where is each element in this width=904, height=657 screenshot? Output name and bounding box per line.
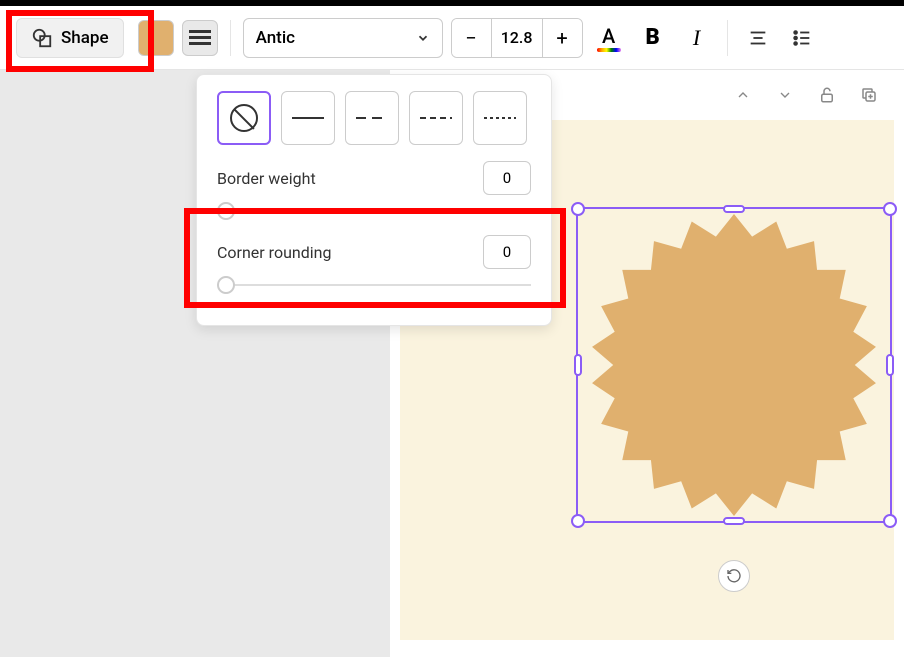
border-style-dash-long[interactable] (345, 91, 399, 145)
text-align-button[interactable] (740, 20, 776, 56)
resize-handle-bl[interactable] (571, 514, 585, 528)
rotate-icon (726, 568, 742, 584)
align-center-icon (747, 27, 769, 49)
corner-rounding-row: Corner rounding (217, 235, 531, 269)
resize-handle-l[interactable] (574, 354, 582, 376)
border-weight-row: Border weight (217, 161, 531, 195)
resize-handle-tl[interactable] (571, 202, 585, 216)
chevron-down-icon (416, 31, 430, 45)
dash-long-icon (356, 117, 388, 119)
border-style-dotted[interactable] (473, 91, 527, 145)
lock-button[interactable] (812, 80, 842, 110)
fill-color-swatch[interactable] (138, 20, 174, 56)
nav-down-button[interactable] (770, 80, 800, 110)
font-size-input[interactable] (492, 18, 542, 58)
resize-handle-tr[interactable] (883, 202, 897, 216)
decrease-size-button[interactable]: − (452, 18, 492, 58)
selection-box (576, 207, 892, 523)
font-family-select[interactable]: Antic (243, 18, 443, 58)
font-name-label: Antic (256, 28, 295, 48)
corner-rounding-thumb[interactable] (217, 276, 235, 294)
list-icon (791, 27, 813, 49)
border-weight-slider[interactable] (217, 199, 531, 223)
divider (230, 20, 231, 56)
toolbar: Shape Antic − + A B I (0, 6, 904, 70)
rainbow-swatch (597, 48, 621, 52)
border-style-none[interactable] (217, 91, 271, 145)
none-icon (230, 104, 258, 132)
nav-up-button[interactable] (728, 80, 758, 110)
font-size-group: − + (451, 18, 583, 58)
resize-handle-r[interactable] (886, 354, 894, 376)
corner-rounding-input[interactable] (483, 235, 531, 269)
chevron-up-icon (735, 87, 751, 103)
rotate-button[interactable] (718, 560, 750, 592)
bold-button[interactable]: B (635, 20, 671, 56)
border-style-dash-short[interactable] (409, 91, 463, 145)
text-color-letter: A (602, 24, 615, 48)
chevron-down-icon (777, 87, 793, 103)
border-weight-thumb[interactable] (217, 202, 235, 220)
border-weight-label: Border weight (217, 169, 316, 188)
border-popover: Border weight Corner rounding (196, 74, 552, 326)
duplicate-button[interactable] (854, 80, 884, 110)
resize-handle-t[interactable] (723, 205, 745, 213)
resize-handle-b[interactable] (723, 517, 745, 525)
corner-rounding-label: Corner rounding (217, 243, 331, 262)
resize-handle-br[interactable] (883, 514, 897, 528)
unlock-icon (818, 86, 836, 104)
border-style-row (217, 91, 531, 145)
border-style-button[interactable] (182, 20, 218, 56)
canvas-nav (728, 80, 884, 110)
shape-icon (31, 27, 53, 49)
border-style-solid[interactable] (281, 91, 335, 145)
text-color-button[interactable]: A (591, 20, 627, 56)
shape-button[interactable]: Shape (16, 18, 124, 58)
corner-rounding-slider[interactable] (217, 273, 531, 297)
dash-short-icon (420, 117, 452, 119)
border-weight-input[interactable] (483, 161, 531, 195)
increase-size-button[interactable]: + (542, 18, 582, 58)
list-button[interactable] (784, 20, 820, 56)
dotted-icon (484, 117, 516, 119)
divider (727, 20, 728, 56)
italic-button[interactable]: I (679, 20, 715, 56)
solid-line-icon (292, 117, 324, 119)
duplicate-icon (860, 86, 878, 104)
shape-button-label: Shape (61, 28, 109, 48)
